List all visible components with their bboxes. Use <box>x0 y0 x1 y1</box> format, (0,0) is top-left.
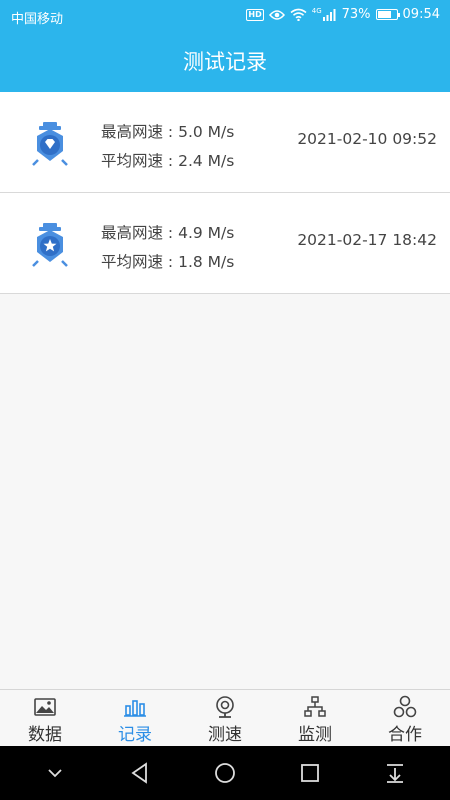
record-list: 最高网速 : 5.0 M/s 平均网速 : 2.4 M/s 2021-02-10… <box>0 92 450 294</box>
clock: 09:54 <box>402 7 440 22</box>
tab-label: 记录 <box>118 725 152 745</box>
tab-speedtest[interactable]: 测速 <box>180 690 270 746</box>
system-nav-bar <box>0 746 450 800</box>
speed-info: 最高网速 : 4.9 M/s 平均网速 : 1.8 M/s <box>101 219 234 277</box>
record-item[interactable]: 最高网速 : 5.0 M/s 平均网速 : 2.4 M/s 2021-02-10… <box>0 92 450 193</box>
diamond-badge-icon <box>32 122 68 166</box>
status-bar: 中国移动 HD 4G 73% 09:54 <box>0 0 450 32</box>
network-type-label: 4G <box>311 7 322 15</box>
home-icon[interactable] <box>212 760 238 786</box>
wifi-icon <box>290 8 307 21</box>
avg-speed: 平均网速 : 1.8 M/s <box>101 253 235 271</box>
bar-chart-icon <box>124 700 146 717</box>
max-speed: 最高网速 : 5.0 M/s <box>101 123 235 141</box>
cooperation-icon <box>393 695 417 718</box>
page-title: 测试记录 <box>0 32 450 92</box>
tab-label: 监测 <box>298 725 332 745</box>
status-icons: HD 4G 73% 09:54 <box>246 7 440 22</box>
avg-speed: 平均网速 : 2.4 M/s <box>101 152 235 170</box>
tab-cooperate[interactable]: 合作 <box>360 690 450 746</box>
tab-records[interactable]: 记录 <box>90 690 180 746</box>
eye-icon <box>268 9 285 20</box>
record-datetime: 2021-02-10 09:52 <box>297 130 437 148</box>
max-speed: 最高网速 : 4.9 M/s <box>101 224 235 242</box>
image-icon <box>34 698 56 716</box>
tab-label: 数据 <box>28 725 62 745</box>
battery-fill <box>377 11 391 18</box>
signal-icon <box>322 8 336 21</box>
battery-icon <box>375 9 400 20</box>
tab-label: 合作 <box>388 725 422 745</box>
speed-info: 最高网速 : 5.0 M/s 平均网速 : 2.4 M/s <box>101 118 234 176</box>
bottom-tab-bar: 数据 记录 测速 监测 合作 <box>0 689 450 746</box>
record-item[interactable]: 最高网速 : 4.9 M/s 平均网速 : 1.8 M/s 2021-02-17… <box>0 193 450 294</box>
chevron-down-icon[interactable] <box>42 760 68 786</box>
battery-percent: 73% <box>341 7 371 22</box>
tab-monitor[interactable]: 监测 <box>270 690 360 746</box>
hd-icon: HD <box>246 8 264 21</box>
record-datetime: 2021-02-17 18:42 <box>297 231 437 249</box>
tab-data[interactable]: 数据 <box>0 690 90 746</box>
notification-pull-icon[interactable] <box>382 760 408 786</box>
carrier-label: 中国移动 <box>11 12 64 27</box>
network-icon <box>304 696 326 717</box>
back-icon[interactable] <box>127 760 153 786</box>
tab-label: 测速 <box>208 725 242 745</box>
webcam-icon <box>216 696 234 718</box>
star-badge-icon <box>32 223 68 267</box>
recent-apps-icon[interactable] <box>297 760 323 786</box>
